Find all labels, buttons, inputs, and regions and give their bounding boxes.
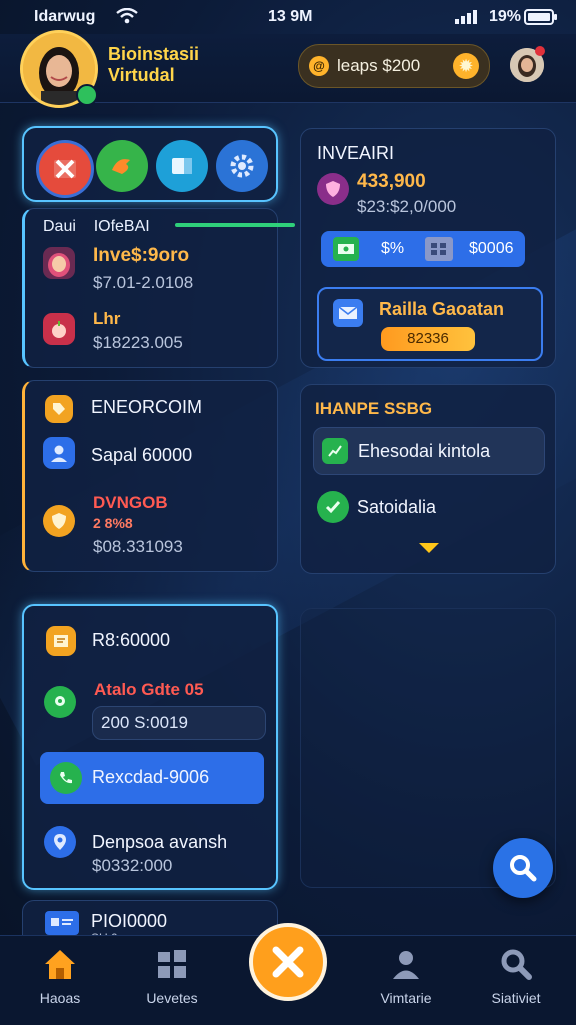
item-tag: 2 8%8	[93, 515, 133, 531]
chart-icon	[322, 438, 348, 464]
invest-summary-card: INVEAIRI 433,900 $23:$2,0/000 $% $0006 R…	[300, 128, 556, 368]
investment-card: Daui IOfeBAI Inve$:9oro $7.01-2.0108 Lhr…	[22, 208, 295, 368]
id-card-icon	[45, 911, 79, 935]
progress-bar	[175, 223, 295, 227]
nav-center-action-button[interactable]	[249, 923, 327, 1001]
header-label-b: IOfeBAI	[93, 218, 150, 235]
grid-icon	[158, 950, 186, 978]
bird-icon[interactable]	[96, 140, 148, 192]
clock: 13 9M	[268, 8, 313, 25]
card-title: IHANPE SSBG	[315, 399, 433, 418]
item-title: Denpsoa avansh	[92, 832, 228, 852]
balance-pill[interactable]: @ leaps $200 ✹	[298, 44, 490, 88]
shield-icon	[43, 505, 75, 537]
nav-label: Siativiet	[491, 990, 541, 1006]
nav-label: Uevetes	[146, 990, 198, 1006]
user-female-icon	[43, 247, 75, 279]
card-title: ENEORCOIM	[91, 397, 203, 417]
document-icon	[46, 626, 76, 656]
close-x-icon	[272, 946, 304, 978]
apple-icon	[43, 313, 75, 345]
nav-item-profile[interactable]: Vimtarie	[351, 936, 461, 1025]
phone-icon	[50, 762, 82, 794]
item-title: DVNGOB	[93, 493, 168, 512]
search-icon	[501, 949, 532, 980]
chevron-down-icon[interactable]	[417, 541, 441, 555]
balance-text: leaps $200	[337, 56, 421, 75]
list-item[interactable]: Ehesodai kintola	[313, 427, 545, 475]
promo-box[interactable]: Railla Gaoatan 82336	[317, 287, 543, 361]
economy-card: ENEORCOIM Sapal 60000 DVNGOB 2 8%8 $08.3…	[22, 380, 278, 572]
promo-title: Railla Gaoatan	[379, 299, 505, 319]
mail-icon	[333, 299, 363, 327]
carrier-label: Idarwug	[34, 8, 96, 25]
value-field[interactable]: 200 S:0019	[92, 706, 266, 740]
action-button-label: Rexcdad-9006	[92, 767, 210, 787]
shield-icon	[317, 173, 349, 205]
coin-icon: @	[309, 56, 329, 76]
summary-value: 433,900	[357, 171, 426, 192]
item-title: Lhr	[93, 309, 121, 328]
app-title-line1: Bioinstasii	[108, 44, 200, 64]
promo-badge[interactable]: 82336	[381, 327, 475, 351]
summary-sub: $23:$2,0/000	[357, 197, 457, 216]
stats-bar[interactable]: $% $0006	[321, 231, 525, 267]
tag-icon	[45, 395, 73, 423]
close-x-icon[interactable]	[36, 140, 94, 198]
app-title-line2: Virtudal	[108, 65, 175, 85]
status-bar: Idarwug 13 9M 19%	[0, 0, 576, 34]
item-title: Atalo Gdte 05	[94, 680, 204, 699]
card-title: PIOI0000	[91, 911, 168, 931]
gear-icon[interactable]	[216, 140, 268, 192]
nav-item-events[interactable]: Uevetes	[117, 936, 227, 1025]
notification-dot	[535, 46, 545, 56]
value-field-text: 200 S:0019	[101, 713, 188, 732]
item-value: $0332:000	[92, 856, 173, 875]
cash-icon	[333, 237, 359, 261]
stat-a: $%	[381, 240, 405, 257]
item-value: $18223.005	[93, 333, 183, 352]
gear-icon[interactable]: ✹	[453, 53, 479, 79]
location-pin-icon	[44, 686, 76, 718]
action-button[interactable]: Rexcdad-9006	[40, 752, 264, 804]
calculator-icon	[425, 237, 453, 261]
nav-item-search[interactable]: Siativiet	[461, 936, 571, 1025]
wifi-icon	[116, 8, 138, 24]
nav-item-home[interactable]: Haoas	[5, 936, 115, 1025]
person-icon	[393, 951, 419, 979]
card-title: R8:60000	[92, 630, 171, 650]
home-icon	[45, 950, 75, 979]
map-pin-icon	[44, 826, 76, 858]
quick-actions-panel	[22, 126, 278, 202]
item-value: $08.331093	[93, 537, 183, 556]
check-icon	[317, 491, 349, 523]
item-title: Inve$:9oro	[93, 245, 190, 266]
user-icon	[43, 437, 75, 469]
card-icon[interactable]	[156, 140, 208, 192]
header-label-a: Daui	[43, 218, 76, 235]
search-icon	[510, 855, 537, 882]
change-card: IHANPE SSBG Ehesodai kintola Satoidalia	[300, 384, 556, 574]
nav-label: Haoas	[39, 990, 81, 1006]
stat-b: $0006	[469, 240, 514, 257]
card-title: INVEAIRI	[317, 143, 395, 163]
card-header: Daui IOfeBAI	[43, 218, 150, 236]
signal-icon	[455, 10, 477, 24]
item-value: $7.01-2.0108	[93, 273, 194, 292]
app-title: Bioinstasii Virtudal	[108, 44, 199, 86]
list-item[interactable]: Sapal 60000	[91, 445, 192, 466]
online-badge	[76, 84, 98, 106]
rewards-card: R8:60000 Atalo Gdte 05 200 S:0019 Rexcda…	[22, 604, 278, 890]
nav-label: Vimtarie	[380, 990, 432, 1006]
list-item-label: Ehesodai kintola	[358, 441, 491, 461]
battery-percent: 19%	[489, 8, 522, 25]
search-fab[interactable]	[493, 838, 553, 898]
list-item[interactable]: Satoidalia	[357, 497, 436, 518]
battery-icon	[524, 9, 557, 25]
